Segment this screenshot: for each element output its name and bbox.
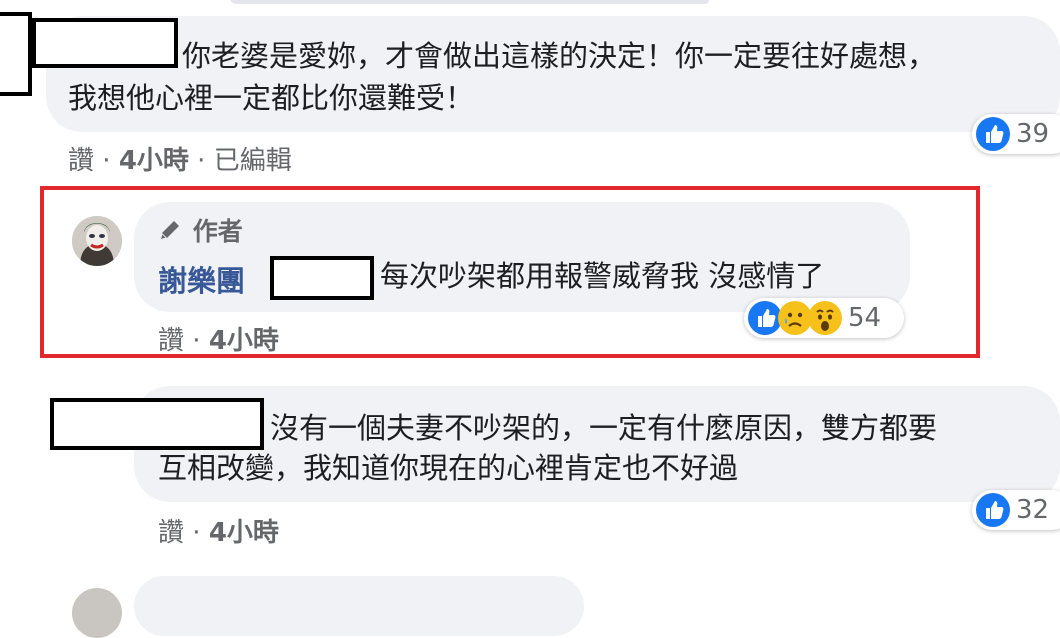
comment-text: 互相改變，我知道你現在的心裡肯定也不好過 <box>158 451 739 485</box>
separator: · <box>192 326 209 356</box>
timestamp[interactable]: 4小時 <box>119 146 189 176</box>
like-button[interactable]: 讚 <box>158 326 184 356</box>
reaction-summary[interactable]: 54 <box>744 298 904 338</box>
redacted-name <box>270 256 374 300</box>
comment-actions: 讚 · 4小時 <box>158 512 279 549</box>
author-badge-label: 作者 <box>192 217 243 246</box>
comment-text: 沒有一個夫妻不吵架的，一定有什麼原因，雙方都要 <box>270 411 938 445</box>
separator: · <box>102 146 119 176</box>
reaction-summary[interactable]: 39 <box>972 114 1060 154</box>
like-icon <box>748 301 782 335</box>
edited-label[interactable]: 已編輯 <box>214 146 292 176</box>
comment-actions: 讚 · 4小時 <box>158 320 279 357</box>
wow-icon <box>808 301 842 335</box>
separator: · <box>192 518 209 548</box>
redacted-name <box>50 398 264 450</box>
separator: · <box>197 146 214 176</box>
redacted-name <box>32 18 178 68</box>
like-button[interactable]: 讚 <box>158 518 184 548</box>
pencil-icon <box>156 216 184 250</box>
reaction-count: 39 <box>1016 119 1050 149</box>
reaction-count: 54 <box>848 303 882 333</box>
timestamp[interactable]: 4小時 <box>209 326 279 356</box>
author-badge: 作者 <box>156 212 243 250</box>
previous-comment-edge <box>230 0 710 4</box>
left-redaction-edge <box>0 12 32 96</box>
sad-icon <box>778 301 812 335</box>
comment-bubble <box>134 576 584 636</box>
avatar[interactable] <box>72 216 122 266</box>
reaction-summary[interactable]: 32 <box>972 490 1060 530</box>
reaction-count: 32 <box>1016 495 1050 525</box>
like-icon <box>976 493 1010 527</box>
comment-text: 每次吵架都用報警威脅我 沒感情了 <box>380 259 825 293</box>
author-name[interactable]: 謝樂團 <box>158 258 245 300</box>
comment-actions: 讚 · 4小時 · 已編輯 <box>68 140 292 177</box>
like-icon <box>976 117 1010 151</box>
like-button[interactable]: 讚 <box>68 146 94 176</box>
comment-text: 我想他心裡一定都比你還難受！ <box>68 81 475 115</box>
comment-text: 你老婆是愛妳，才會做出這樣的決定！你一定要往好處想， <box>182 39 937 73</box>
timestamp[interactable]: 4小時 <box>209 518 279 548</box>
